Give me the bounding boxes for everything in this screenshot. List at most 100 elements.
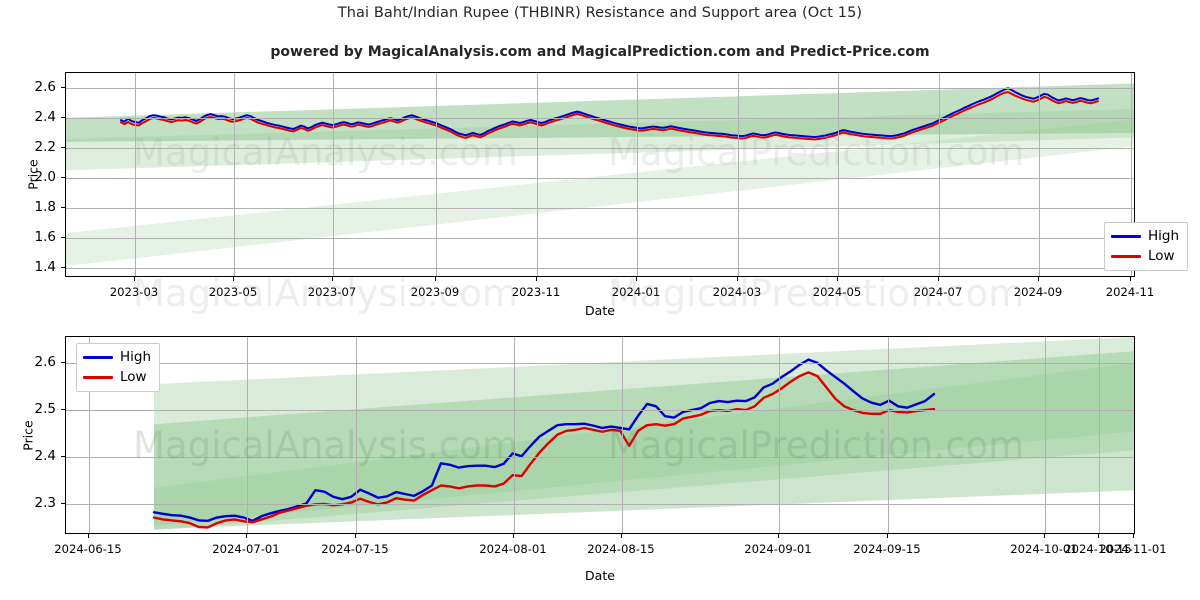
y-tick-label: 2.4 — [34, 448, 56, 465]
gridline-horizontal — [66, 237, 1134, 239]
y-tick-mark — [61, 206, 65, 208]
band-resistance-band — [66, 83, 1134, 142]
x-tick-label: 2024-05 — [812, 285, 862, 299]
y-tick-mark — [61, 116, 65, 118]
x-tick-mark — [837, 277, 838, 281]
y-tick-mark — [61, 146, 65, 148]
gridline-horizontal — [66, 177, 1134, 179]
gridline-vertical — [333, 73, 334, 276]
zoom-chart-panel — [65, 336, 1135, 534]
y-tick-mark — [61, 409, 65, 411]
zoom-x-axis-title: Date — [585, 568, 615, 583]
x-tick-mark — [246, 534, 247, 538]
x-tick-mark — [435, 277, 436, 281]
x-tick-label: 2024-08-01 — [479, 542, 547, 556]
x-tick-label: 2024-09 — [1013, 285, 1063, 299]
legend-item-low[interactable]: Low — [83, 369, 151, 386]
y-tick-mark — [61, 503, 65, 505]
y-tick-mark — [61, 266, 65, 268]
gridline-vertical — [436, 73, 437, 276]
gridline-vertical — [779, 337, 780, 533]
x-tick-mark — [1130, 277, 1131, 281]
x-tick-mark — [938, 277, 939, 281]
chart-page: Thai Baht/Indian Rupee (THBINR) Resistan… — [0, 0, 1200, 600]
y-tick-label: 2.5 — [34, 401, 56, 418]
y-tick-mark — [61, 361, 65, 363]
gridline-vertical — [514, 337, 515, 533]
x-tick-label: 2024-06-15 — [54, 542, 122, 556]
legend-swatch-low-icon — [1111, 255, 1141, 258]
x-tick-mark — [621, 534, 622, 538]
legend-item-low[interactable]: Low — [1111, 248, 1179, 265]
gridline-vertical — [637, 73, 638, 276]
y-tick-mark — [61, 456, 65, 458]
legend-label: High — [1148, 227, 1180, 244]
x-tick-mark — [513, 534, 514, 538]
legend-item-high[interactable]: High — [1111, 228, 1179, 245]
overview-plot-area — [65, 72, 1135, 277]
zoom-y-axis-title: Price — [20, 420, 36, 451]
overview-chart-panel — [65, 72, 1135, 277]
x-tick-label: 2023-05 — [208, 285, 258, 299]
overview-plot-svg — [66, 83, 1134, 267]
gridline-vertical — [1039, 73, 1040, 276]
gridline-vertical — [939, 73, 940, 276]
legend-label: High — [120, 348, 152, 365]
gridline-horizontal — [66, 87, 1134, 89]
x-tick-mark — [636, 277, 637, 281]
gridline-vertical — [247, 337, 248, 533]
x-tick-mark — [88, 534, 89, 538]
legend-label: Low — [120, 368, 147, 385]
gridline-horizontal — [66, 147, 1134, 149]
x-tick-mark — [1044, 534, 1045, 538]
x-tick-mark — [233, 277, 234, 281]
x-tick-label: 2024-08-15 — [587, 542, 655, 556]
x-tick-label: 2024-11-01 — [1099, 542, 1167, 556]
x-tick-label: 2024-09-01 — [744, 542, 812, 556]
x-tick-label: 2023-09 — [410, 285, 460, 299]
x-tick-mark — [355, 534, 356, 538]
x-tick-mark — [1133, 534, 1134, 538]
x-tick-label: 2023-11 — [511, 285, 561, 299]
x-tick-label: 2024-03 — [712, 285, 762, 299]
gridline-vertical — [738, 73, 739, 276]
legend-label: Low — [1148, 247, 1175, 264]
overview-y-axis-title: Price — [25, 159, 41, 190]
legend-swatch-high-icon — [83, 356, 113, 359]
gridline-horizontal — [66, 457, 1134, 459]
page-subtitle: powered by MagicalAnalysis.com and Magic… — [270, 44, 930, 60]
x-tick-mark — [1098, 534, 1099, 538]
gridline-horizontal — [66, 504, 1134, 506]
zoom-plot-area — [65, 336, 1135, 534]
legend-item-high[interactable]: High — [83, 349, 151, 366]
gridline-horizontal — [66, 267, 1134, 269]
x-tick-label: 2024-07-01 — [212, 542, 280, 556]
x-tick-label: 2024-07 — [913, 285, 963, 299]
gridline-vertical — [537, 73, 538, 276]
x-tick-mark — [1038, 277, 1039, 281]
gridline-vertical — [135, 73, 136, 276]
gridline-vertical — [1099, 337, 1100, 533]
gridline-vertical — [1045, 337, 1046, 533]
gridline-vertical — [622, 337, 623, 533]
x-tick-mark — [332, 277, 333, 281]
gridline-vertical — [234, 73, 235, 276]
page-title: Thai Baht/Indian Rupee (THBINR) Resistan… — [337, 5, 863, 21]
gridline-vertical — [356, 337, 357, 533]
gridline-vertical — [888, 337, 889, 533]
y-tick-label: 2.4 — [34, 108, 56, 125]
y-tick-label: 2.6 — [34, 353, 56, 370]
x-tick-mark — [737, 277, 738, 281]
gridline-horizontal — [66, 207, 1134, 209]
x-tick-label: 2024-11 — [1105, 285, 1155, 299]
x-tick-mark — [536, 277, 537, 281]
x-tick-mark — [134, 277, 135, 281]
legend-swatch-low-icon — [83, 376, 113, 379]
x-tick-label: 2024-01 — [611, 285, 661, 299]
x-tick-mark — [778, 534, 779, 538]
y-tick-mark — [61, 86, 65, 88]
gridline-horizontal — [66, 117, 1134, 119]
legend-swatch-high-icon — [1111, 235, 1141, 238]
gridline-vertical — [838, 73, 839, 276]
y-tick-mark — [61, 176, 65, 178]
